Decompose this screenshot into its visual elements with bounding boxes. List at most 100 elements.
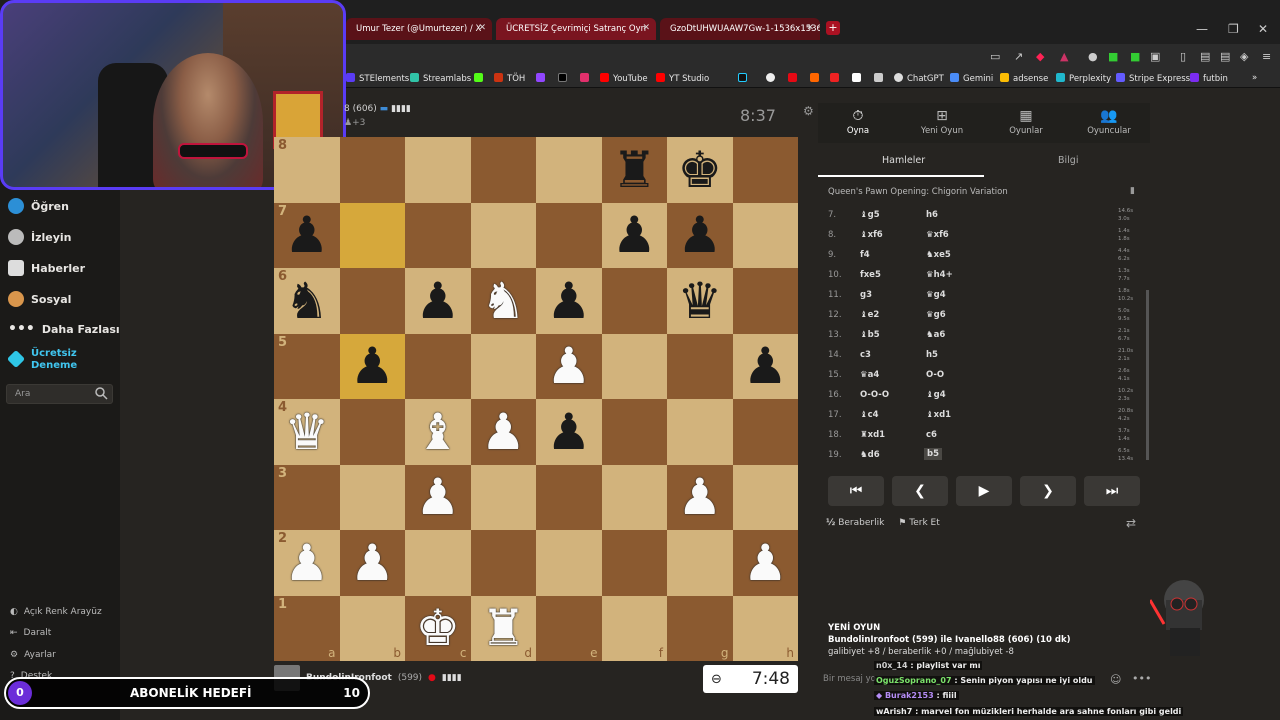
black-move[interactable]: O-O xyxy=(926,370,944,380)
square-h1[interactable]: h xyxy=(732,595,798,661)
white-pawn-piece[interactable]: ♟ xyxy=(743,538,788,588)
white-move[interactable]: g3 xyxy=(860,290,872,300)
square-d6[interactable]: ♞ xyxy=(470,268,536,334)
square-f6[interactable] xyxy=(601,268,667,334)
white-king-piece[interactable]: ♚ xyxy=(415,603,460,653)
square-d7[interactable] xyxy=(470,202,536,268)
white-pawn-piece[interactable]: ♟ xyxy=(546,341,591,391)
square-c1[interactable]: c ♚ xyxy=(405,595,471,661)
black-pawn-piece[interactable]: ♟ xyxy=(546,276,591,326)
white-move[interactable]: O-O-O xyxy=(860,390,889,400)
maximize-icon[interactable]: ❐ xyxy=(1228,22,1239,36)
square-d2[interactable] xyxy=(470,530,536,596)
extension-icon[interactable]: ■ xyxy=(1130,50,1140,63)
square-e5[interactable]: ♟ xyxy=(536,333,602,399)
black-queen-piece[interactable]: ♛ xyxy=(677,276,722,326)
bookmark-icon[interactable] xyxy=(874,73,883,82)
square-a3[interactable]: 3 xyxy=(274,464,340,530)
minimize-icon[interactable]: — xyxy=(1196,22,1208,36)
black-pawn-piece[interactable]: ♟ xyxy=(284,210,329,260)
kick-icon[interactable] xyxy=(474,73,483,82)
first-move-button[interactable]: ⏮ xyxy=(828,476,884,506)
bookmark[interactable]: STElements xyxy=(346,73,409,84)
square-e3[interactable] xyxy=(536,464,602,530)
bookmark[interactable]: futbin xyxy=(1190,73,1228,84)
more-bookmarks-icon[interactable]: » xyxy=(1252,73,1257,83)
square-a8[interactable]: 8 xyxy=(274,137,340,203)
black-move[interactable]: ♝g4 xyxy=(926,390,946,400)
next-move-button[interactable]: ❯ xyxy=(1020,476,1076,506)
tab-moves[interactable]: Hamleler xyxy=(882,155,925,166)
extension-icon[interactable]: ▲ xyxy=(1060,50,1068,63)
wallet-icon[interactable]: ▤ xyxy=(1200,50,1210,63)
browser-tab[interactable]: GzoDtUHWUAAW7Gw-1-1536x1536 ✕ xyxy=(660,18,820,40)
square-a4[interactable]: 4 ♛ xyxy=(274,399,340,465)
black-knight-piece[interactable]: ♞ xyxy=(284,276,329,326)
search-input[interactable]: Ara xyxy=(6,384,113,404)
chess-board[interactable]: 8 ♜ ♚ 7 ♟ ♟ ♟ 6 ♞ ♟ ♞ ♟ ♛ 5 ♟ ♟ ♟ 4 ♛ ♝ ♟ ♟ 3 ♟ ♟ 2 ♟ ♟ ♟ 1 a b c ♚ d ♜ e f g h xyxy=(274,137,798,661)
square-a5[interactable]: 5 xyxy=(274,333,340,399)
top-player-name[interactable]: 8 (606) ▬ ▮▮▮▮ xyxy=(344,104,411,114)
square-a6[interactable]: 6 ♞ xyxy=(274,268,340,334)
square-e6[interactable]: ♟ xyxy=(536,268,602,334)
black-move[interactable]: ♛xf6 xyxy=(926,230,949,240)
bookmark[interactable]: Stripe Express xyxy=(1116,73,1190,84)
amazon-icon[interactable] xyxy=(852,73,861,82)
screenshot-icon[interactable]: ▭ xyxy=(990,50,1000,63)
square-a1[interactable]: 1a xyxy=(274,595,340,661)
white-move[interactable]: ♝e2 xyxy=(860,310,879,320)
x-icon[interactable] xyxy=(558,73,567,82)
square-f3[interactable] xyxy=(601,464,667,530)
menu-icon[interactable]: ≡ xyxy=(1262,50,1271,63)
square-c6[interactable]: ♟ xyxy=(405,268,471,334)
sidebar-collapse[interactable]: ⇤ Daralt xyxy=(10,628,51,638)
bookmark[interactable]: YouTube xyxy=(600,73,648,84)
square-h6[interactable] xyxy=(732,268,798,334)
sidebar-item-news[interactable]: Haberler xyxy=(8,260,85,276)
square-b4[interactable] xyxy=(339,399,405,465)
black-move[interactable]: ♛g6 xyxy=(926,310,946,320)
extension-icon[interactable]: ▣ xyxy=(1150,50,1160,63)
black-move[interactable]: ♞xe5 xyxy=(926,250,951,260)
square-b7[interactable] xyxy=(339,202,405,268)
tab-new-game[interactable]: ⊞ Yeni Oyun xyxy=(902,108,982,136)
close-icon[interactable]: ✕ xyxy=(478,23,486,33)
square-d3[interactable] xyxy=(470,464,536,530)
extension-icon[interactable]: ● xyxy=(1088,50,1098,63)
square-e8[interactable] xyxy=(536,137,602,203)
share-icon[interactable]: ↗ xyxy=(1014,50,1023,63)
white-move[interactable]: ♜xd1 xyxy=(860,430,885,440)
sidebar-item-free-trial[interactable]: Ücretsiz Deneme xyxy=(6,348,77,372)
square-a2[interactable]: 2 ♟ xyxy=(274,530,340,596)
square-g7[interactable]: ♟ xyxy=(667,202,733,268)
square-e1[interactable]: e xyxy=(536,595,602,661)
square-b8[interactable] xyxy=(339,137,405,203)
square-c2[interactable] xyxy=(405,530,471,596)
instagram-icon[interactable] xyxy=(580,73,589,82)
flip-board-icon[interactable]: ⇄ xyxy=(1126,516,1136,530)
white-move[interactable]: ♝g5 xyxy=(860,210,880,220)
black-move[interactable]: ♛g4 xyxy=(926,290,946,300)
black-rook-piece[interactable]: ♜ xyxy=(612,145,657,195)
square-e7[interactable] xyxy=(536,202,602,268)
square-e2[interactable] xyxy=(536,530,602,596)
square-g1[interactable]: g xyxy=(667,595,733,661)
black-move[interactable]: ♛h4+ xyxy=(926,270,953,280)
bookmark[interactable]: adsense xyxy=(1000,73,1048,84)
bookmark[interactable]: Gemini xyxy=(950,73,993,84)
black-move[interactable]: ♝xd1 xyxy=(926,410,951,420)
twitch-icon[interactable] xyxy=(536,73,545,82)
square-h5[interactable]: ♟ xyxy=(732,333,798,399)
tab-play[interactable]: ⏱ Oyna xyxy=(818,108,898,136)
square-g4[interactable] xyxy=(667,399,733,465)
white-pawn-piece[interactable]: ♟ xyxy=(350,538,395,588)
sidebar-item-more[interactable]: ••• Daha Fazlası xyxy=(8,321,120,337)
scrollbar[interactable] xyxy=(1146,290,1149,460)
close-icon[interactable]: ✕ xyxy=(806,23,814,33)
square-d8[interactable] xyxy=(470,137,536,203)
draw-button[interactable]: ½ Beraberlik xyxy=(826,518,884,528)
tiktok-icon[interactable] xyxy=(738,73,747,82)
white-move[interactable]: ♛a4 xyxy=(860,370,879,380)
square-b3[interactable] xyxy=(339,464,405,530)
bookmark[interactable]: TÖH xyxy=(494,73,525,84)
